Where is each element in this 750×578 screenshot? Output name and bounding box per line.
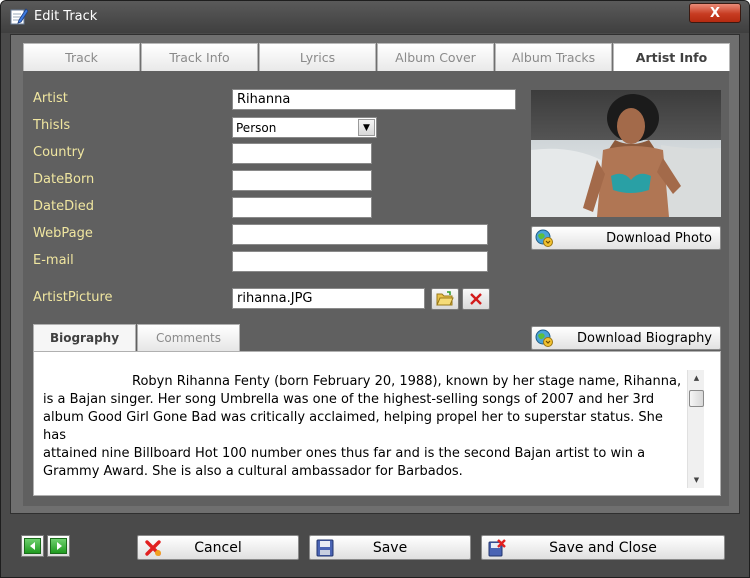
- webpage-field[interactable]: [232, 224, 488, 245]
- tab-track-info[interactable]: Track Info: [141, 43, 258, 71]
- download-biography-label: Download Biography: [577, 331, 712, 346]
- save-label: Save: [372, 540, 408, 556]
- datedied-field[interactable]: [232, 197, 372, 218]
- biography-line: is a Bajan singer. Her song Umbrella was…: [43, 392, 655, 407]
- tab-album-cover[interactable]: Album Cover: [377, 43, 494, 71]
- scroll-thumb[interactable]: [689, 390, 704, 407]
- country-field[interactable]: [232, 143, 372, 164]
- tab-track[interactable]: Track: [23, 43, 140, 71]
- biography-line: Robyn Rihanna Fenty (born February 20, 1…: [132, 374, 682, 389]
- download-photo-label: Download Photo: [606, 231, 712, 246]
- download-photo-button[interactable]: Download Photo: [531, 226, 721, 250]
- save-and-close-label: Save and Close: [549, 540, 657, 556]
- dateborn-label: DateBorn: [33, 172, 95, 187]
- artist-photo: [531, 90, 721, 217]
- webpage-label: WebPage: [33, 226, 93, 241]
- main-tabs: Track Track Info Lyrics Album Cover Albu…: [23, 43, 731, 71]
- dateborn-field[interactable]: [232, 170, 372, 191]
- thisis-selected-value: Person: [236, 121, 277, 135]
- edit-pencil-icon: [10, 8, 28, 25]
- arrow-right-icon: [56, 542, 62, 550]
- tab-biography[interactable]: Biography: [33, 324, 136, 351]
- tab-album-tracks[interactable]: Album Tracks: [495, 43, 612, 71]
- country-label: Country: [33, 145, 85, 160]
- artistpicture-label: ArtistPicture: [33, 290, 113, 305]
- previous-track-button[interactable]: [21, 535, 44, 557]
- email-field[interactable]: [232, 251, 488, 272]
- artistpicture-field[interactable]: rihanna.JPG: [232, 288, 425, 309]
- globe-download-icon: [535, 229, 553, 247]
- title-bar[interactable]: Edit Track X: [1, 1, 749, 33]
- clear-picture-button[interactable]: [462, 288, 490, 310]
- biography-line: album Good Girl Gone Bad was critically …: [43, 410, 663, 443]
- next-track-button[interactable]: [47, 535, 70, 557]
- close-button[interactable]: X: [689, 3, 741, 23]
- scroll-up-icon[interactable]: ▲: [688, 370, 705, 386]
- save-button[interactable]: Save: [309, 535, 471, 560]
- close-icon: X: [709, 5, 721, 21]
- biography-line: Grammy Award. She is also a cultural amb…: [43, 464, 463, 479]
- biography-scrollbar[interactable]: ▲ ▼: [687, 370, 704, 488]
- artist-field[interactable]: Rihanna: [232, 89, 516, 110]
- cancel-button[interactable]: Cancel: [137, 535, 299, 560]
- tab-comments[interactable]: Comments: [137, 324, 240, 351]
- scroll-down-icon[interactable]: ▼: [688, 472, 705, 488]
- artist-label: Artist: [33, 91, 68, 106]
- biography-tabs: Biography Comments: [33, 324, 241, 351]
- datedied-label: DateDied: [33, 199, 94, 214]
- window-title: Edit Track: [34, 9, 98, 24]
- folder-open-icon: [436, 291, 454, 306]
- biography-line: attained nine Billboard Hot 100 number o…: [43, 446, 646, 461]
- cancel-label: Cancel: [194, 540, 242, 556]
- tab-artist-info[interactable]: Artist Info: [613, 43, 730, 71]
- download-biography-button[interactable]: Download Biography: [531, 326, 721, 350]
- biography-text[interactable]: Robyn Rihanna Fenty (born February 20, 1…: [43, 373, 685, 481]
- browse-picture-button[interactable]: [431, 288, 459, 310]
- arrow-left-icon: [29, 542, 35, 550]
- thisis-select[interactable]: Person ▼: [232, 117, 377, 138]
- biography-textarea[interactable]: Robyn Rihanna Fenty (born February 20, 1…: [33, 351, 721, 496]
- save-and-close-button[interactable]: Save and Close: [481, 535, 725, 560]
- globe-download-icon: [535, 329, 553, 347]
- edit-track-window: Edit Track X Track Track Info Lyrics Alb…: [0, 0, 750, 578]
- tab-lyrics[interactable]: Lyrics: [259, 43, 376, 71]
- red-x-icon: [470, 293, 482, 305]
- email-label: E-mail: [33, 253, 74, 268]
- chevron-down-icon[interactable]: ▼: [358, 119, 375, 136]
- thisis-label: ThisIs: [33, 118, 71, 133]
